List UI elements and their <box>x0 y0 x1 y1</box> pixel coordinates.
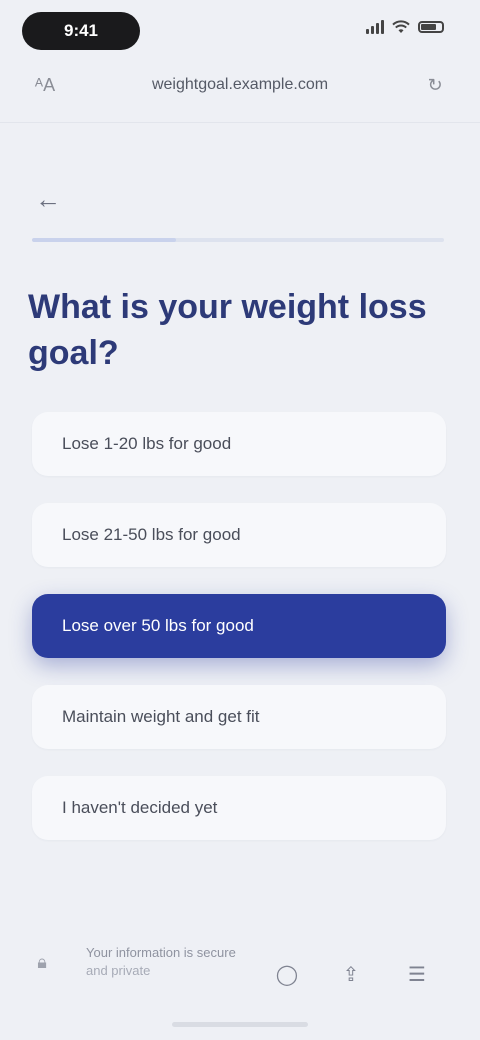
browser-address-bar: ᴬA weightgoal.example.com ↻ <box>0 62 480 108</box>
aa-icon[interactable]: ᴬA <box>34 74 56 96</box>
options-list: Lose 1-20 lbs for good Lose 21-50 lbs fo… <box>32 412 446 867</box>
option-label: Lose 21-50 lbs for good <box>62 525 241 544</box>
security-note-line1: Your information is secure <box>86 945 236 960</box>
option-label: Lose 1-20 lbs for good <box>62 434 232 453</box>
header-divider <box>0 122 480 123</box>
option-lose-over-50[interactable]: Lose over 50 lbs for good <box>32 594 446 658</box>
battery-icon <box>418 21 444 33</box>
wifi-icon <box>392 20 410 33</box>
option-label: Maintain weight and get fit <box>62 707 260 726</box>
arrow-left-icon: ← <box>35 184 61 214</box>
option-label: I haven't decided yet <box>62 798 218 817</box>
chat-icon[interactable]: ◯ <box>274 962 300 988</box>
security-note-line2: and private <box>86 963 151 978</box>
status-time: 9:41 <box>22 12 140 50</box>
status-icons <box>366 20 444 34</box>
progress-fill <box>32 238 177 242</box>
back-button[interactable]: ← <box>30 184 66 214</box>
page-title: What is your weight loss goal? <box>28 288 427 372</box>
status-bar: 9:41 <box>0 0 480 60</box>
share-icon[interactable]: ⇪ <box>338 962 364 988</box>
url-field[interactable]: weightgoal.example.com <box>140 73 340 97</box>
progress-bar <box>32 238 444 242</box>
home-indicator <box>172 1022 308 1027</box>
option-maintain[interactable]: Maintain weight and get fit <box>32 685 446 749</box>
menu-icon[interactable]: ☰ <box>404 962 430 988</box>
option-undecided[interactable]: I haven't decided yet <box>32 776 446 840</box>
security-note: Your information is secure and private <box>86 944 266 980</box>
option-lose-1-20[interactable]: Lose 1-20 lbs for good <box>32 412 446 476</box>
refresh-icon[interactable]: ↻ <box>424 74 446 96</box>
option-label: Lose over 50 lbs for good <box>62 616 254 635</box>
lock-icon: 🔒︎ <box>37 952 47 972</box>
bottom-bar: 🔒︎ Your information is secure and privat… <box>0 930 480 1010</box>
signal-icon <box>366 20 384 34</box>
option-lose-21-50[interactable]: Lose 21-50 lbs for good <box>32 503 446 567</box>
